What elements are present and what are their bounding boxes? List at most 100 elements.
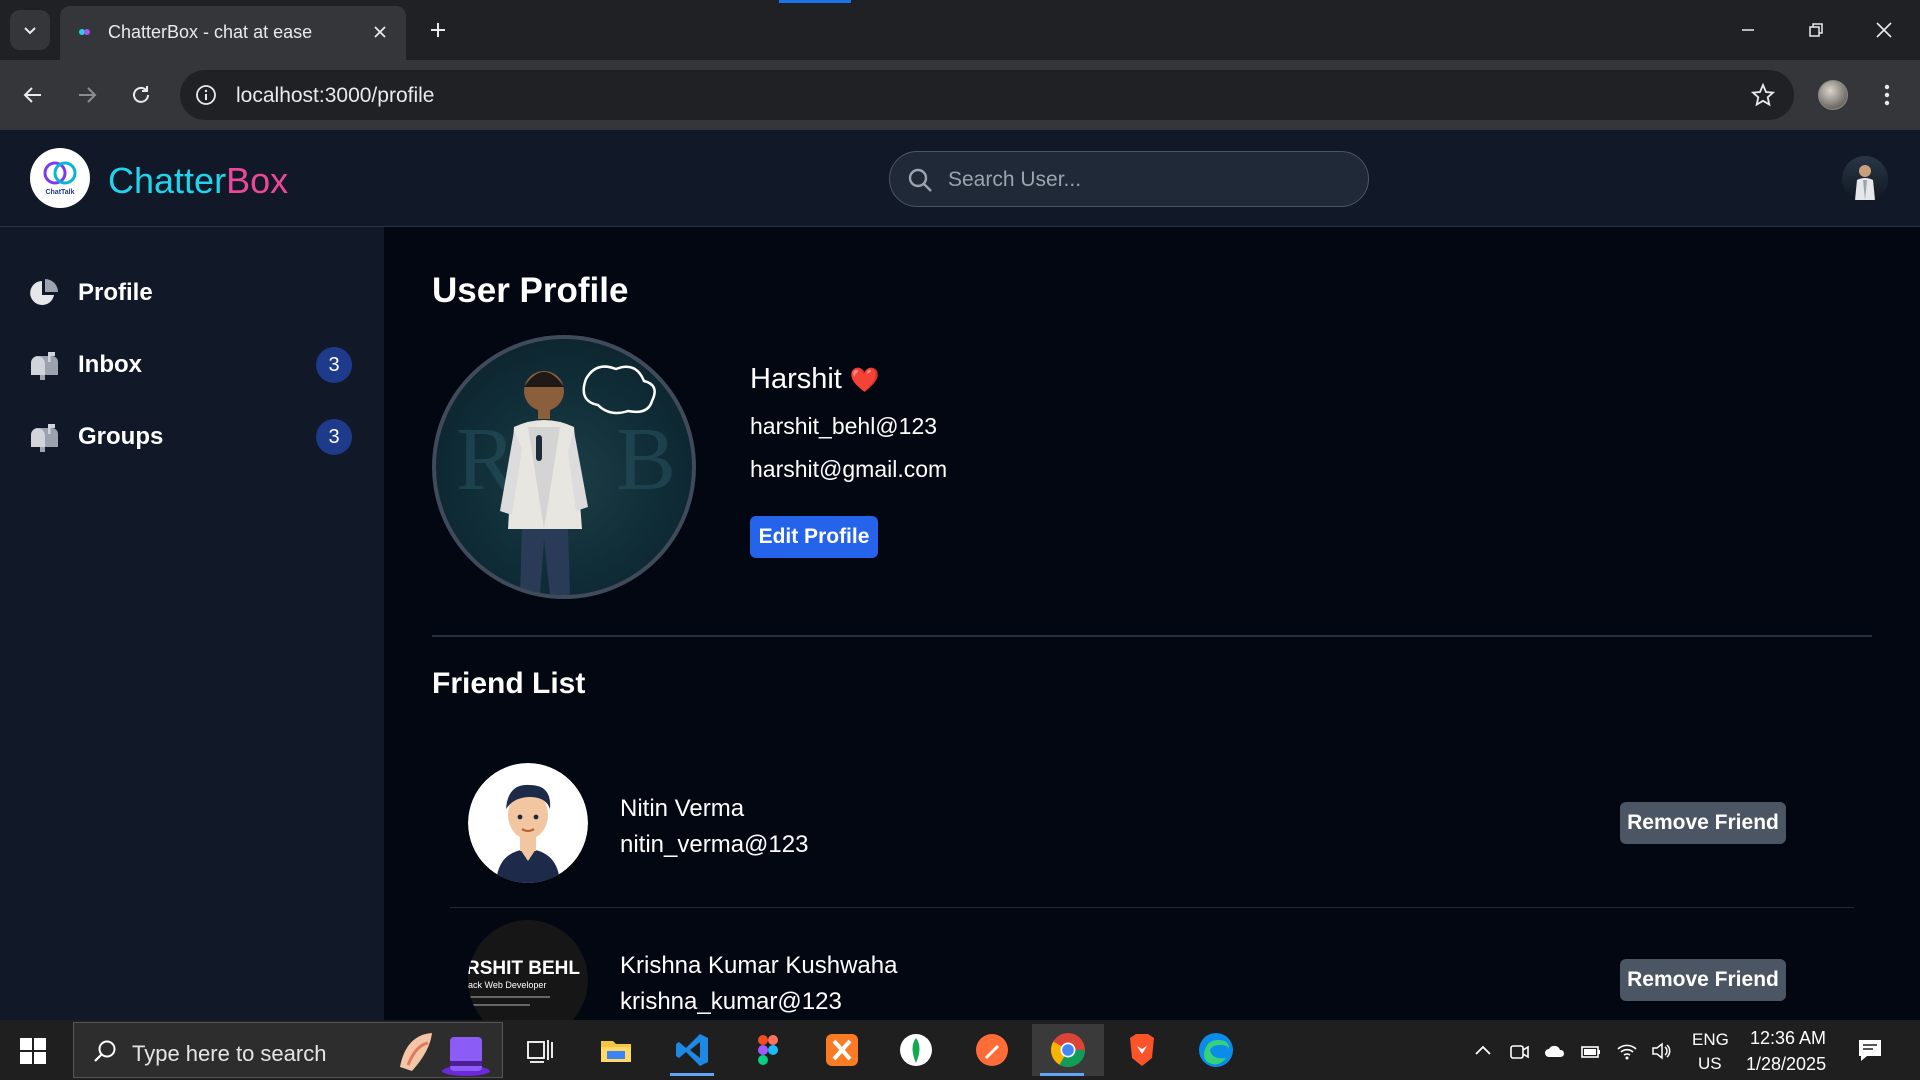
profile-photo: R B	[432, 335, 696, 599]
svg-text:ChatTalk: ChatTalk	[45, 189, 74, 196]
search-input[interactable]	[948, 162, 1348, 198]
profile-name: Harshit ❤️	[750, 363, 880, 396]
vscode-app[interactable]	[662, 1024, 722, 1076]
xampp-app[interactable]	[812, 1024, 872, 1076]
chrome-icon	[1051, 1033, 1085, 1067]
meet-now-icon[interactable]	[1508, 1040, 1530, 1062]
sidebar-item-label: Groups	[78, 423, 164, 450]
sidebar-item-groups[interactable]: Groups 3	[0, 407, 384, 467]
brand-part-1: Chatter	[108, 160, 227, 201]
new-tab-button[interactable]	[424, 16, 452, 44]
close-window-button[interactable]	[1868, 14, 1900, 46]
folder-icon	[601, 1041, 631, 1062]
search-highlight-illustration	[400, 1033, 490, 1076]
language-indicator[interactable]: ENG	[1692, 1030, 1729, 1050]
task-view-button[interactable]	[510, 1024, 570, 1076]
chrome-app[interactable]	[1032, 1024, 1104, 1076]
app-logo[interactable]: ChatTalk	[30, 148, 90, 208]
keyboard-layout-indicator[interactable]: US	[1698, 1054, 1722, 1074]
remove-friend-button[interactable]: Remove Friend	[1620, 959, 1786, 1001]
edge-icon	[1199, 1033, 1233, 1067]
mailbox-icon	[31, 424, 58, 452]
xampp-icon	[826, 1034, 858, 1066]
restore-button[interactable]	[1800, 14, 1832, 46]
search-icon	[94, 1040, 116, 1062]
inbox-count-badge: 3	[316, 347, 352, 383]
arrow-right-icon	[79, 87, 97, 103]
star-icon	[1751, 83, 1775, 107]
clock-time[interactable]: 12:36 AM	[1750, 1028, 1826, 1049]
sidebar-item-label: Profile	[78, 279, 153, 306]
notification-icon[interactable]	[1856, 1036, 1884, 1064]
mailbox-icon	[31, 352, 58, 380]
mongodb-icon	[900, 1034, 932, 1066]
wifi-icon[interactable]	[1616, 1040, 1638, 1062]
figma-app[interactable]	[738, 1024, 798, 1076]
sidebar-item-profile[interactable]: Profile	[0, 263, 384, 323]
page-title: User Profile	[432, 271, 629, 310]
forward-button[interactable]	[68, 76, 106, 114]
profile-name-text: Harshit	[750, 363, 842, 395]
back-button[interactable]	[14, 76, 52, 114]
close-icon	[374, 26, 386, 38]
onedrive-icon[interactable]	[1544, 1040, 1566, 1062]
app-header: ChatTalk ChatterBox	[0, 130, 1920, 227]
clock-date[interactable]: 1/28/2025	[1746, 1054, 1826, 1075]
chevron-down-icon	[24, 27, 36, 35]
browser-tab-strip: ChatterBox - chat at ease	[0, 0, 1920, 60]
brave-app[interactable]	[1112, 1024, 1172, 1076]
minimize-button[interactable]	[1732, 14, 1764, 46]
pie-chart-icon	[30, 279, 58, 305]
mongodb-compass-app[interactable]	[886, 1024, 946, 1076]
reload-button[interactable]	[122, 76, 160, 114]
browser-toolbar: localhost:3000/profile	[0, 60, 1920, 130]
taskbar-search-box[interactable]: Type here to search	[73, 1022, 503, 1078]
postman-app[interactable]	[962, 1024, 1022, 1076]
friend-avatar	[468, 763, 588, 883]
sidebar-item-inbox[interactable]: Inbox 3	[0, 335, 384, 395]
arrow-left-icon	[23, 87, 41, 103]
user-avatar[interactable]	[1842, 156, 1888, 202]
friend-list-item: Nitin Verma nitin_verma@123 Remove Frien…	[450, 757, 1854, 912]
windows-start-icon[interactable]	[20, 1038, 46, 1064]
svg-text:ack Web Developer: ack Web Developer	[468, 980, 546, 990]
volume-icon[interactable]	[1650, 1040, 1672, 1062]
file-explorer-app[interactable]	[586, 1024, 646, 1076]
favicon-icon	[79, 29, 90, 35]
tab-search-button[interactable]	[10, 10, 50, 50]
friend-avatar-illustration: RSHIT BEHL ack Web Developer	[468, 920, 588, 1020]
chevron-up-icon[interactable]	[1472, 1040, 1494, 1062]
taskbar-search-text: Type here to search	[132, 1041, 327, 1066]
heart-icon: ❤️	[849, 367, 880, 394]
site-info-button[interactable]	[192, 81, 220, 109]
postman-icon	[976, 1034, 1008, 1066]
browser-tab-active[interactable]: ChatterBox - chat at ease	[60, 6, 406, 60]
profile-email: harshit@gmail.com	[750, 456, 948, 482]
browser-menu-button[interactable]	[1872, 78, 1902, 112]
loading-indicator	[779, 0, 851, 3]
url-text[interactable]: localhost:3000/profile	[236, 84, 434, 108]
address-bar[interactable]: localhost:3000/profile	[180, 70, 1794, 120]
edge-app[interactable]	[1186, 1024, 1246, 1076]
minimize-icon	[1742, 29, 1754, 31]
friend-name: Nitin Verma	[620, 795, 745, 822]
remove-friend-button[interactable]: Remove Friend	[1620, 802, 1786, 844]
friend-avatar-illustration	[468, 763, 588, 883]
chat-logo-icon: ChatTalk	[43, 161, 77, 196]
section-divider	[432, 635, 1872, 637]
close-icon	[1876, 22, 1892, 38]
friend-username: nitin_verma@123	[620, 831, 809, 858]
user-photo	[1855, 165, 1875, 200]
restore-icon	[1809, 23, 1823, 37]
bookmark-button[interactable]	[1750, 82, 1776, 108]
plus-icon	[431, 23, 445, 37]
friend-list-item: RSHIT BEHL ack Web Developer Krishna Kum…	[450, 914, 1854, 1020]
info-icon	[196, 85, 216, 105]
battery-icon[interactable]	[1580, 1040, 1602, 1062]
browser-profile-avatar[interactable]	[1818, 80, 1848, 110]
friend-username: krishna_kumar@123	[620, 988, 842, 1015]
tab-close-button[interactable]	[368, 20, 392, 44]
groups-count-badge: 3	[316, 419, 352, 455]
edit-profile-button[interactable]: Edit Profile	[750, 516, 878, 558]
row-divider	[450, 907, 1854, 908]
